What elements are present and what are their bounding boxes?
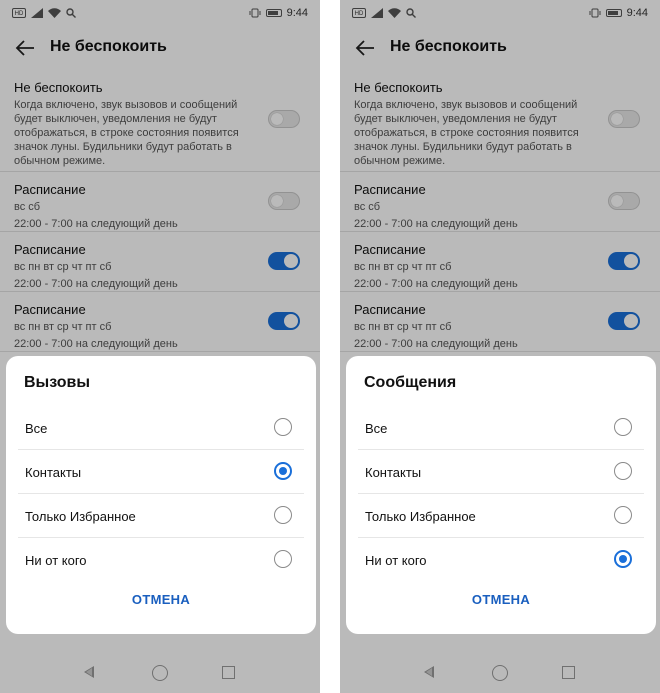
- radio-button[interactable]: [614, 462, 632, 480]
- option-label: Контакты: [25, 465, 82, 480]
- radio-button[interactable]: [614, 418, 632, 436]
- option-favorites[interactable]: Только Избранное: [358, 494, 644, 538]
- option-label: Только Избранное: [365, 509, 476, 524]
- option-all[interactable]: Все: [18, 406, 304, 450]
- option-label: Ни от кого: [365, 553, 427, 568]
- option-list: Все Контакты Только Избранное Ни от кого: [6, 406, 316, 581]
- cancel-button[interactable]: ОТМЕНА: [6, 592, 316, 607]
- option-nobody[interactable]: Ни от кого: [358, 538, 644, 581]
- dialog-title: Вызовы: [24, 374, 91, 391]
- radio-button[interactable]: [274, 418, 292, 436]
- radio-button[interactable]: [614, 506, 632, 524]
- dialog-title: Сообщения: [364, 374, 457, 391]
- cancel-button[interactable]: ОТМЕНА: [346, 592, 656, 607]
- option-label: Ни от кого: [25, 553, 87, 568]
- option-contacts[interactable]: Контакты: [18, 450, 304, 494]
- option-favorites[interactable]: Только Избранное: [18, 494, 304, 538]
- option-list: Все Контакты Только Избранное Ни от кого: [346, 406, 656, 581]
- selection-dialog: Сообщения Все Контакты Только Избранное …: [346, 356, 656, 634]
- option-label: Контакты: [365, 465, 422, 480]
- option-all[interactable]: Все: [358, 406, 644, 450]
- option-label: Все: [25, 421, 48, 436]
- radio-button[interactable]: [274, 506, 292, 524]
- radio-button[interactable]: [614, 550, 632, 568]
- option-contacts[interactable]: Контакты: [358, 450, 644, 494]
- option-label: Только Избранное: [25, 509, 136, 524]
- option-label: Все: [365, 421, 388, 436]
- radio-button[interactable]: [274, 550, 292, 568]
- option-nobody[interactable]: Ни от кого: [18, 538, 304, 581]
- phone-screen-calls: HD 9:44 Не беспокоить Не беспокоить Когд…: [0, 0, 320, 693]
- radio-button[interactable]: [274, 462, 292, 480]
- selection-dialog: Вызовы Все Контакты Только Избранное Ни …: [6, 356, 316, 634]
- phone-screen-messages: HD 9:44 Не беспокоить Не беспокоить Когд…: [340, 0, 660, 693]
